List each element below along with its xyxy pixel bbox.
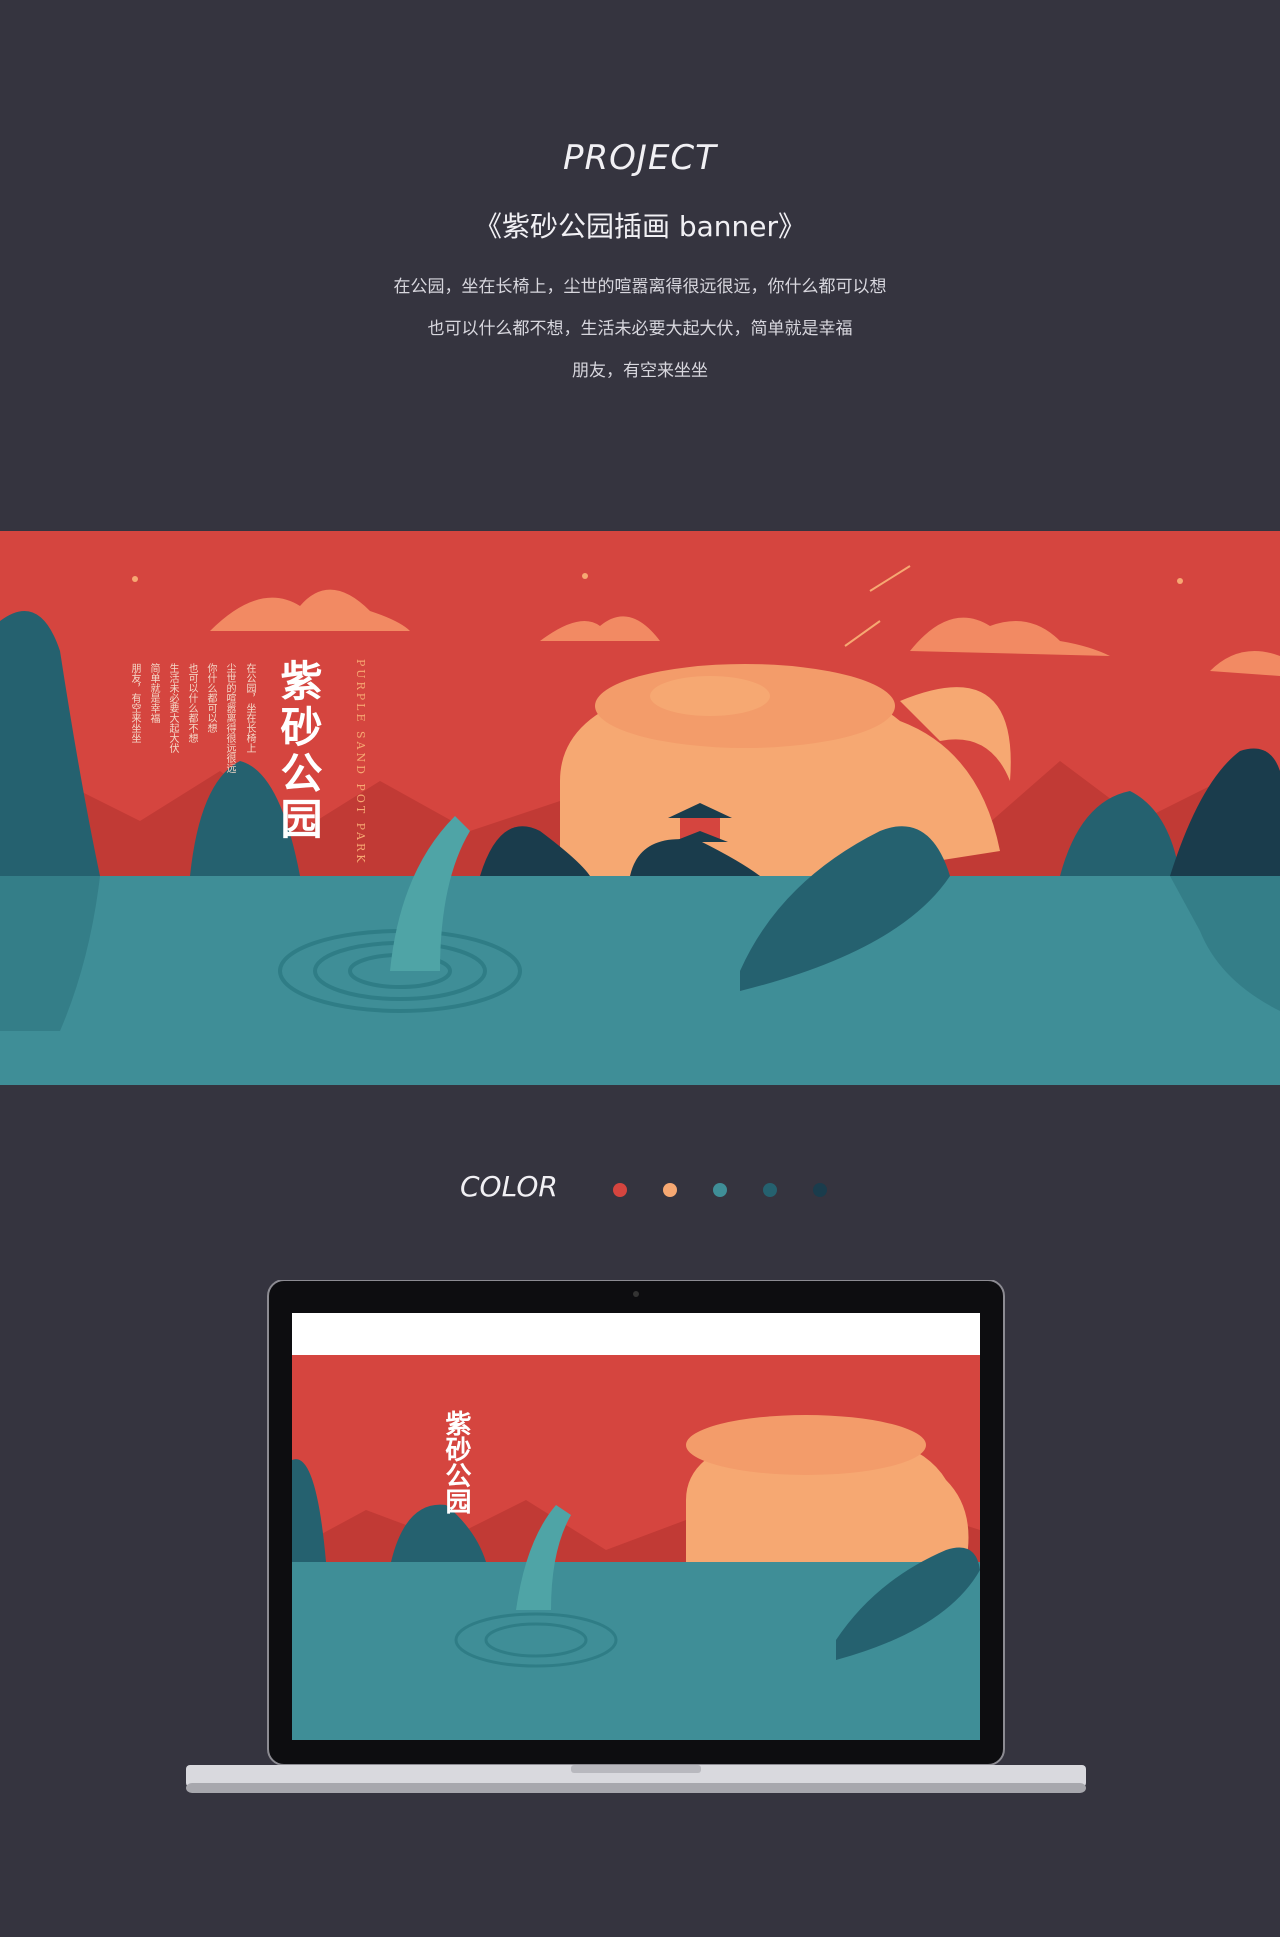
banner-artwork (0, 531, 1280, 1085)
banner-poem-line-5: 生活未必要大起大伏 (167, 663, 178, 753)
laptop-artwork: 紫砂公园 (186, 1279, 1086, 1793)
description-line-1: 在公园，坐在长椅上，尘世的喧嚣离得很远很远，你什么都可以想 (393, 277, 887, 297)
banner-poem-line-4: 也可以什么都不想 (186, 663, 197, 743)
banner-poem-line-6: 简单就是幸福 (148, 663, 159, 723)
banner-english-title: PURPLE SAND POT PARK (354, 659, 367, 866)
color-label: COLOR (460, 1170, 558, 1203)
project-eyebrow: PROJECT (563, 138, 717, 178)
color-swatch (763, 1183, 777, 1197)
color-swatch (613, 1183, 627, 1197)
description-line-2: 也可以什么都不想，生活未必要大起大伏，简单就是幸福 (427, 319, 853, 339)
laptop-mockup: 紫砂公园 (186, 1279, 1086, 1800)
laptop-banner-title: 紫砂公园 (441, 1410, 471, 1514)
banner-poem-line-2: 尘世的喧嚣离得很远很远 (224, 663, 235, 773)
banner-poem-line-1: 在公园，坐在长椅上 (244, 663, 255, 753)
banner-poem-line-3: 你什么都可以想 (205, 663, 216, 733)
project-title: 《紫砂公园插画 banner》 (473, 210, 807, 243)
banner-poem-line-7: 朋友，有空来坐坐 (129, 663, 140, 743)
color-swatch (713, 1183, 727, 1197)
description-line-3: 朋友，有空来坐坐 (572, 361, 708, 381)
banner-title: 紫砂公园 (274, 659, 323, 843)
banner-illustration: 紫砂公园 PURPLE SAND POT PARK 在公园，坐在长椅上 尘世的喧… (0, 531, 1280, 1085)
color-swatch (663, 1183, 677, 1197)
color-swatch (813, 1183, 827, 1197)
